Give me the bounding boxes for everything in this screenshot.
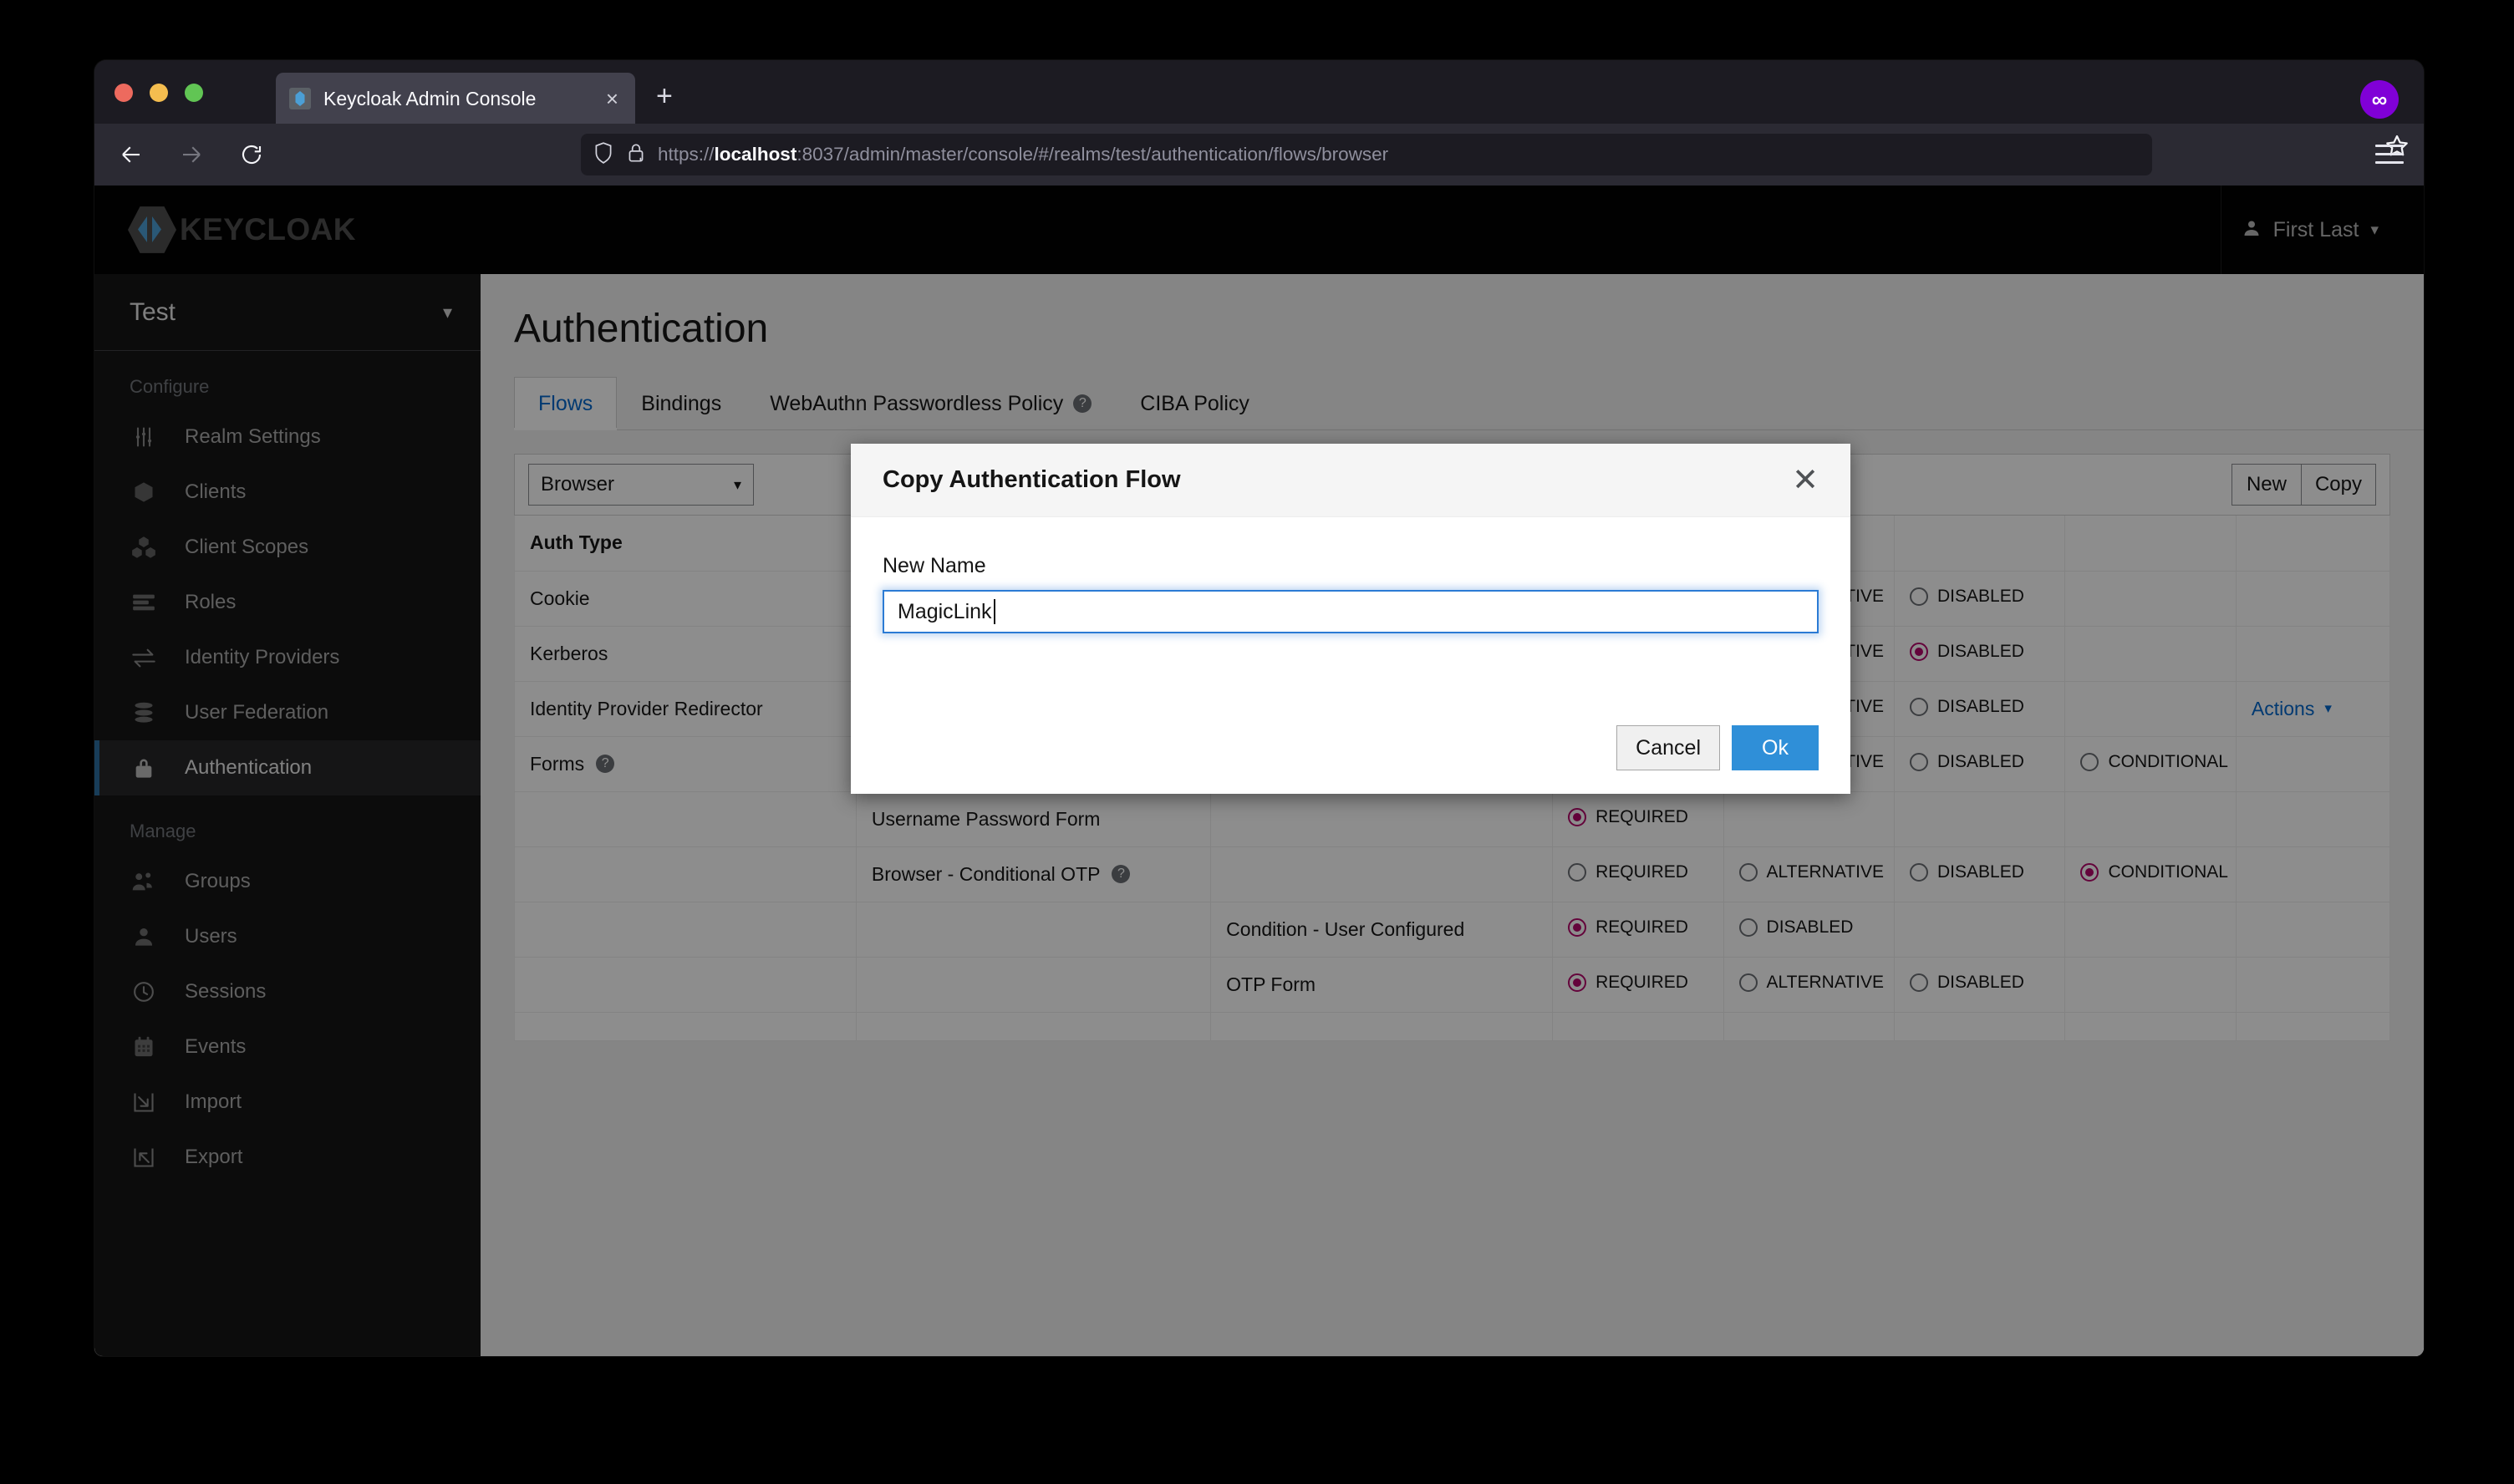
- back-arrow-icon[interactable]: [109, 133, 153, 176]
- modal-title: Copy Authentication Flow: [883, 466, 1181, 494]
- browser-tab-strip: Keycloak Admin Console × + ∞: [94, 60, 2424, 124]
- close-icon[interactable]: ×: [603, 88, 622, 109]
- modal-body: New Name MagicLink: [851, 517, 1850, 725]
- window-traffic-lights: [115, 84, 203, 102]
- new-tab-button[interactable]: +: [656, 84, 673, 109]
- reload-icon[interactable]: [230, 133, 273, 176]
- url-bar[interactable]: https://localhost:8037/admin/master/cons…: [581, 134, 2152, 175]
- cancel-button[interactable]: Cancel: [1616, 725, 1720, 770]
- url-text: https://localhost:8037/admin/master/cons…: [658, 144, 2140, 165]
- text-cursor: [994, 599, 995, 624]
- forward-arrow-icon[interactable]: [170, 133, 213, 176]
- close-icon[interactable]: ✕: [1792, 465, 1819, 496]
- lock-warning-icon[interactable]: [626, 141, 646, 169]
- shield-icon[interactable]: [593, 141, 614, 169]
- new-name-label: New Name: [883, 554, 1819, 578]
- new-name-input[interactable]: MagicLink: [883, 590, 1819, 633]
- maximize-window-button[interactable]: [185, 84, 203, 102]
- modal-footer: Cancel Ok: [851, 725, 1850, 794]
- copy-authentication-flow-modal: Copy Authentication Flow ✕ New Name Magi…: [851, 444, 1850, 794]
- modal-header: Copy Authentication Flow ✕: [851, 444, 1850, 517]
- hamburger-menu-icon[interactable]: [2375, 145, 2404, 164]
- close-window-button[interactable]: [115, 84, 133, 102]
- browser-tab-title: Keycloak Admin Console: [323, 88, 603, 110]
- ok-button[interactable]: Ok: [1732, 725, 1819, 770]
- minimize-window-button[interactable]: [150, 84, 168, 102]
- private-browsing-icon[interactable]: ∞: [2360, 80, 2399, 119]
- new-name-input-value: MagicLink: [898, 600, 992, 624]
- private-badge-glyph: ∞: [2372, 89, 2388, 110]
- browser-window: Keycloak Admin Console × + ∞: [94, 60, 2424, 1356]
- browser-tab[interactable]: Keycloak Admin Console ×: [276, 73, 635, 125]
- keycloak-favicon-icon: [289, 88, 311, 109]
- page-viewport: KEYCLOAK First Last ▾ Test ▾: [94, 186, 2424, 1356]
- browser-nav-bar: https://localhost:8037/admin/master/cons…: [94, 124, 2424, 186]
